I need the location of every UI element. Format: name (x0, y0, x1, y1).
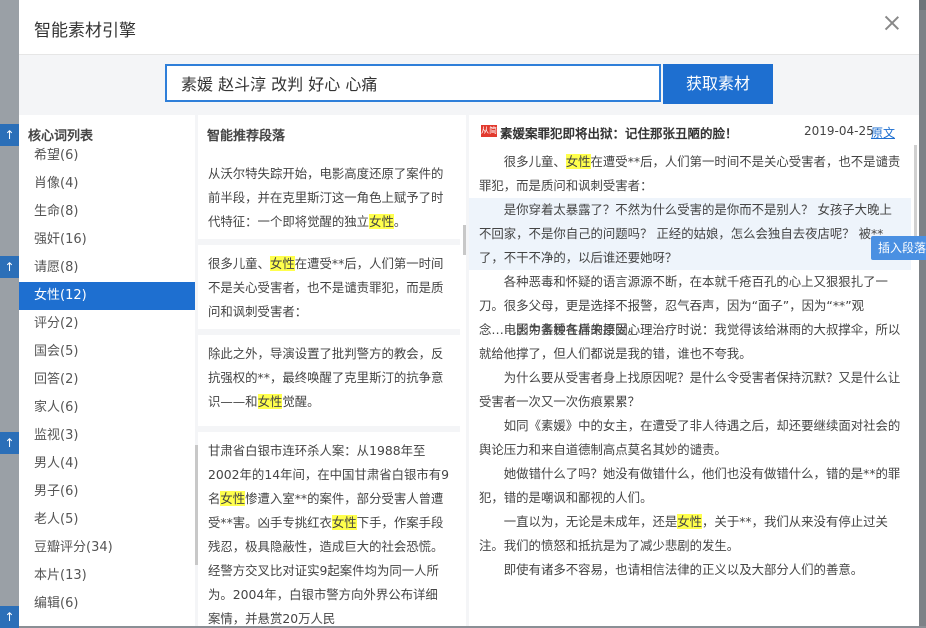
keyword-item[interactable]: 监视(3) (19, 422, 195, 450)
close-icon[interactable] (883, 14, 901, 32)
paragraph-text: 是你穿着太暴露了？不然为什么受害的是你而不是别人？ 女孩子大晚上不回家，不是你自… (479, 202, 892, 265)
article-title: 素媛案罪犯即将出狱：记住那张丑陋的脸！ (500, 126, 738, 141)
keyword-item[interactable]: 希望(6) (19, 143, 195, 170)
keyword-item[interactable]: 男人(4) (19, 450, 195, 478)
background-left-strip (0, 0, 19, 626)
scrollbar[interactable] (463, 225, 466, 255)
keyword-highlight: 女性 (220, 491, 246, 506)
article-paragraph[interactable]: 为什么要从受害者身上找原因呢？是什么令受害者保持沉默？又是什么让受害者一次又一次… (469, 366, 911, 414)
article-paragraph[interactable]: 一直以为，无论是未成年，还是女性，关于**，我们从来没有停止过关注。我们的愤怒和… (469, 510, 911, 558)
paragraph-text: 从沃尔特失踪开始，电影高度还原了案件的前半段，并在克里斯汀这一角色上赋予了时代特… (208, 166, 444, 229)
keyword-highlight: 女性 (565, 154, 591, 169)
keyword-list: 希望(6) 肖像(4) 生命(8) 强奸(16) 请愿(8) 女性(12) 评分(2) 国会(… (19, 143, 195, 626)
article-paragraph[interactable]: 很多儿童、女性在遭受**后，人们第一时间不是关心受害者，也不是谴责罪犯，而是质问… (469, 150, 911, 198)
keyword-item[interactable]: 本片(13) (19, 562, 195, 590)
keyword-item[interactable]: 豆瓣评分(34) (19, 534, 195, 562)
up-arrow-icon: ↑ (0, 256, 19, 278)
article-paragraph[interactable]: 如同《素媛》中的女主，在遭受了非人待遇之后，却还要继续面对社会的舆论压力和来自道… (469, 414, 911, 462)
keyword-item[interactable]: 男子(6) (19, 478, 195, 506)
article-body: 很多儿童、女性在遭受**后，人们第一时间不是关心受害者，也不是谴责罪犯，而是质问… (469, 147, 911, 626)
material-engine-modal: 智能素材引擎 获取素材 核心词列表 希望(6)肖像(4)生命(8)强奸(16)请… (19, 0, 926, 626)
up-arrow-icon: ↑ (0, 432, 19, 454)
keyword-scrollbar[interactable] (195, 445, 198, 565)
keyword-item[interactable]: 生命(8) (19, 198, 195, 226)
paragraph-text: 很多儿童、 (208, 256, 270, 271)
keyword-item[interactable]: 肖像(4) (19, 170, 195, 198)
search-input[interactable] (165, 64, 661, 102)
paragraph-text: 一直以为，无论是未成年，还是 (503, 514, 678, 529)
paragraph-text: 为什么要从受害者身上找原因呢？是什么令受害者保持沉默？又是什么让受害者一次又一次… (479, 370, 901, 409)
insert-paragraph-button[interactable]: 插入段落 (871, 236, 926, 260)
keyword-panel-title: 核心词列表 (28, 129, 94, 144)
recommend-panel-title: 智能推荐段落 (207, 129, 286, 144)
paragraph-text: 觉醒。 (282, 394, 320, 409)
recommend-list: 从沃尔特失踪开始，电影高度还原了案件的前半段，并在克里斯汀这一角色上赋予了时代特… (198, 147, 466, 626)
keyword-item[interactable]: 编辑(6) (19, 590, 195, 618)
article-paragraph[interactable]: 是你穿着太暴露了？不然为什么受害的是你而不是别人？ 女孩子大晚上不回家，不是你自… (469, 198, 911, 270)
paragraph-text: 下手，作案手段残忍，极具隐蔽性，造成巨大的社会恐慌。经警方交叉比对证实9起案件均… (208, 515, 444, 626)
get-material-button[interactable]: 获取素材 (663, 64, 773, 104)
article-scrollbar[interactable] (914, 145, 917, 240)
recommend-paragraph[interactable]: 甘肃省白银市连环杀人案：从1988年至2002年的14年间，在中国甘肃省白银市有… (198, 432, 460, 626)
keyword-highlight: 女性 (257, 394, 283, 409)
article-header: 从简 素媛案罪犯即将出狱：记住那张丑陋的脸！ 2019-04-25 原文 (469, 115, 919, 147)
keyword-item[interactable]: 评分(2) (19, 310, 195, 338)
paragraph-text: 即使有诸多不容易，也请相信法律的正义以及大部分人们的善意。 (503, 562, 864, 577)
article-panel: 从简 素媛案罪犯即将出狱：记住那张丑陋的脸！ 2019-04-25 原文 很多儿… (469, 115, 926, 626)
keyword-highlight: 女性 (677, 514, 703, 529)
article-date: 2019-04-25 (804, 124, 874, 138)
keyword-panel: 核心词列表 希望(6) 肖像(4) 生命(8) 强奸(16) 请愿(8) 女性(12) 评分… (19, 115, 195, 626)
keyword-item[interactable]: 女性(12) (19, 282, 195, 310)
paragraph-text: 电影中素媛在后来接受心理治疗时说：我觉得该给淋雨的大叔撑伞，所以就给他撑了，但人… (479, 322, 901, 361)
modal-title: 智能素材引擎 (34, 21, 136, 41)
paragraph-text: 很多儿童、 (503, 154, 566, 169)
keyword-highlight: 女性 (269, 256, 295, 271)
keyword-item[interactable]: 请愿(8) (19, 254, 195, 282)
paragraph-text: 如同《素媛》中的女主，在遭受了非人待遇之后，却还要继续面对社会的舆论压力和来自道… (479, 418, 901, 457)
keyword-item[interactable]: 家人(6) (19, 394, 195, 422)
up-arrow-icon: ↑ (0, 606, 19, 628)
paragraph-text: 除此之外，导演设置了批判警方的教会，反抗强权的**，最终唤醒了克里斯汀的抗争意识… (208, 346, 444, 409)
up-arrow-icon: ↑ (0, 124, 19, 146)
search-bar: 获取素材 (19, 55, 919, 115)
recommend-paragraph[interactable]: 除此之外，导演设置了批判警方的教会，反抗强权的**，最终唤醒了克里斯汀的抗争意识… (198, 335, 460, 432)
article-paragraph[interactable]: 电影中素媛在后来接受心理治疗时说：我觉得该给淋雨的大叔撑伞，所以就给他撑了，但人… (469, 318, 911, 366)
keyword-item[interactable]: 强奸(16) (19, 226, 195, 254)
keyword-item[interactable]: 老人(5) (19, 506, 195, 534)
article-paragraph[interactable]: 她做错什么了吗？她没有做错什么，他们也没有做错什么，错的是**的罪犯，错的是嘲讽… (469, 462, 911, 510)
original-link[interactable]: 原文 (871, 124, 895, 141)
paragraph-text: 。 (393, 214, 407, 229)
keyword-highlight: 女性 (331, 515, 357, 530)
source-tag: 从简 (481, 125, 497, 137)
keyword-highlight: 女性 (369, 214, 394, 229)
recommend-panel: 智能推荐段落 从沃尔特失踪开始，电影高度还原了案件的前半段，并在克里斯汀这一角色… (198, 115, 466, 626)
keyword-item[interactable]: 国会(5) (19, 338, 195, 366)
paragraph-text: 她做错什么了吗？她没有做错什么，他们也没有做错什么，错的是**的罪犯，错的是嘲讽… (479, 466, 901, 505)
recommend-paragraph[interactable]: 很多儿童、女性在遭受**后，人们第一时间不是关心受害者，也不是谴责罪犯，而是质问… (198, 245, 460, 335)
article-paragraph[interactable]: 即使有诸多不容易，也请相信法律的正义以及大部分人们的善意。 (469, 558, 911, 582)
modal-header: 智能素材引擎 (19, 0, 919, 55)
recommend-paragraph[interactable]: 从沃尔特失踪开始，电影高度还原了案件的前半段，并在克里斯汀这一角色上赋予了时代特… (198, 155, 460, 245)
keyword-item[interactable]: 回答(2) (19, 366, 195, 394)
